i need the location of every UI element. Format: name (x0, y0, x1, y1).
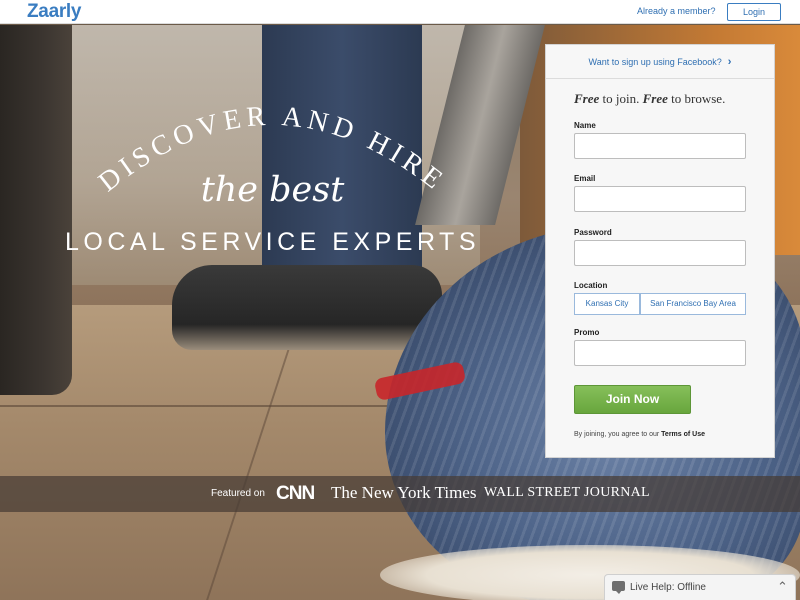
location-label: Location (574, 281, 608, 290)
tagline-join: to join. (599, 91, 643, 106)
promo-input[interactable] (574, 340, 746, 366)
login-button[interactable]: Login (727, 3, 781, 21)
tagline-browse: to browse. (667, 91, 726, 106)
wsj-logo: WALL STREET JOURNAL (484, 485, 650, 500)
location-kansas-city-button[interactable]: Kansas City (574, 293, 640, 315)
password-label: Password (574, 228, 612, 237)
facebook-signup-link[interactable]: Want to sign up using Facebook? › (546, 45, 774, 79)
signup-panel: Want to sign up using Facebook? › Free to… (545, 44, 775, 458)
headline-emphasis: the best (200, 170, 345, 210)
location-sf-bay-area-button[interactable]: San Francisco Bay Area (640, 293, 746, 315)
live-help-status: Live Help: Offline (630, 582, 706, 593)
facebook-signup-label: Want to sign up using Facebook? (588, 57, 722, 67)
password-input[interactable] (574, 240, 746, 266)
join-now-button[interactable]: Join Now (574, 385, 691, 414)
bg-shoe (172, 265, 442, 350)
promo-label: Promo (574, 328, 600, 337)
chevron-right-icon: › (727, 56, 732, 68)
terms-notice: By joining, you agree to our Terms of Us… (574, 431, 705, 438)
signup-tagline: Free to join. Free to browse. (574, 91, 774, 107)
terms-prefix: By joining, you agree to our (574, 431, 662, 438)
tagline-free-1: Free (574, 91, 600, 106)
name-input[interactable] (574, 133, 746, 159)
terms-of-use-link[interactable]: Terms of Use (661, 431, 705, 438)
cnn-logo: CNN (276, 483, 315, 504)
live-help-widget[interactable]: Live Help: Offline ⌃ (604, 574, 796, 600)
bg-bucket (0, 25, 72, 395)
zaarly-logo[interactable]: Zaarly (27, 1, 81, 23)
tagline-free-2: Free (642, 91, 668, 106)
email-label: Email (574, 174, 596, 183)
name-label: Name (574, 121, 596, 130)
nyt-logo: The New York Times (331, 483, 477, 502)
chat-bubble-icon (612, 581, 625, 594)
chevron-up-icon[interactable]: ⌃ (777, 579, 788, 595)
featured-label: Featured on (211, 488, 265, 499)
email-input[interactable] (574, 186, 746, 212)
featured-on-strip: Featured on CNN The New York Times WALL … (0, 476, 800, 512)
headline-subline: LOCAL SERVICE EXPERTS (65, 228, 480, 256)
already-member-text: Already a member? (637, 6, 716, 16)
top-nav-bar: Zaarly Already a member? Login (0, 0, 800, 24)
